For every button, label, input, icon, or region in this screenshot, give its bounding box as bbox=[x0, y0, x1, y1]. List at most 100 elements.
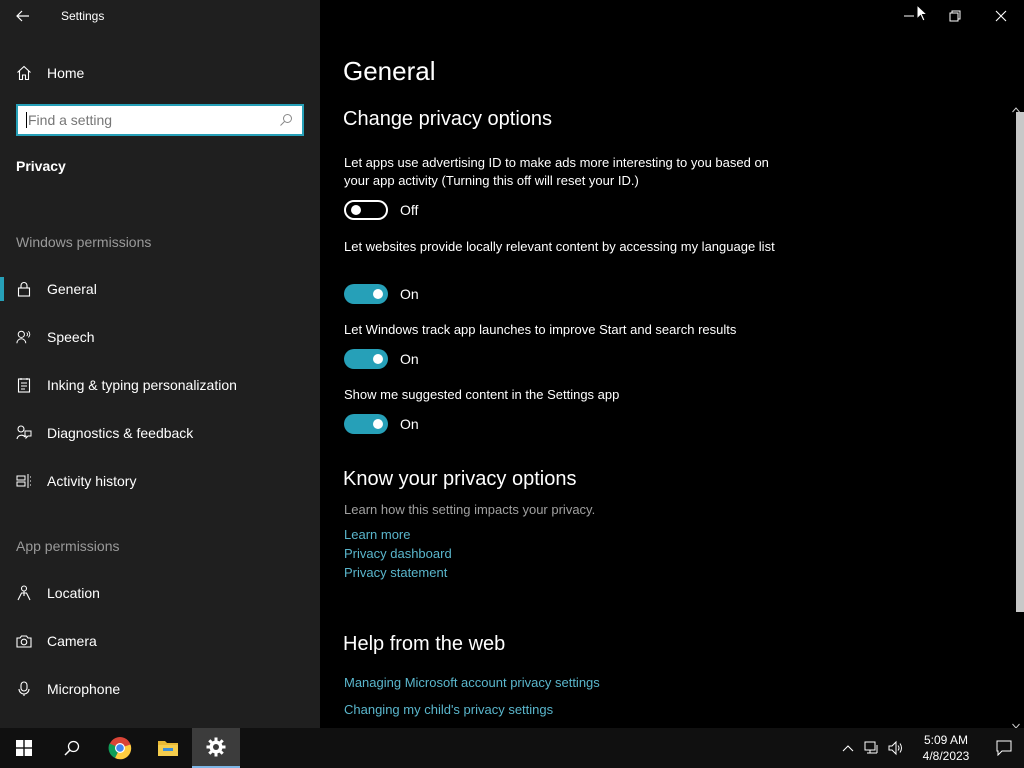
network-button[interactable] bbox=[860, 728, 884, 768]
network-icon bbox=[864, 740, 880, 756]
scroll-thumb[interactable] bbox=[1016, 112, 1024, 612]
section-title: Privacy bbox=[16, 158, 66, 174]
suggested-content-toggle-row[interactable]: On bbox=[344, 414, 419, 434]
scroll-up-icon[interactable] bbox=[1012, 100, 1020, 113]
toggle-knob bbox=[373, 354, 383, 364]
privacy-dashboard-link[interactable]: Privacy dashboard bbox=[344, 546, 452, 561]
advertising-id-toggle-row[interactable]: Off bbox=[344, 200, 418, 220]
vertical-scrollbar[interactable] bbox=[1008, 96, 1024, 729]
window-controls bbox=[886, 0, 1024, 32]
close-button[interactable] bbox=[978, 0, 1024, 32]
show-hidden-icons-button[interactable] bbox=[836, 728, 860, 768]
page-title: General bbox=[343, 56, 436, 86]
suggested-content-toggle[interactable] bbox=[344, 414, 388, 434]
sidebar-item-microphone[interactable]: Microphone bbox=[0, 669, 320, 709]
change-privacy-heading: Change privacy options bbox=[343, 108, 553, 130]
sidebar-item-location[interactable]: Location bbox=[0, 573, 320, 613]
close-icon bbox=[993, 8, 1009, 24]
toggle-state-label: On bbox=[400, 286, 419, 302]
clock-time: 5:09 AM bbox=[923, 733, 969, 747]
mouse-cursor-icon bbox=[916, 3, 929, 27]
child-privacy-link[interactable]: Changing my child's privacy settings bbox=[344, 702, 553, 717]
toggle-state-label: On bbox=[400, 351, 419, 367]
file-explorer-taskbar-button[interactable] bbox=[144, 728, 192, 768]
toggle-state-label: Off bbox=[400, 202, 419, 218]
advertising-id-toggle[interactable] bbox=[344, 200, 388, 220]
sidebar-item-label: Diagnostics & feedback bbox=[47, 425, 194, 441]
start-button[interactable] bbox=[0, 728, 48, 768]
sidebar-item-label: Inking & typing personalization bbox=[47, 377, 237, 393]
notification-icon bbox=[996, 740, 1012, 756]
restore-button[interactable] bbox=[932, 0, 978, 32]
know-privacy-heading: Know your privacy options bbox=[343, 468, 577, 490]
clock-date: 4/8/2023 bbox=[922, 749, 970, 763]
action-center-button[interactable] bbox=[984, 728, 1024, 768]
gear-icon bbox=[206, 737, 226, 757]
sidebar-item-inking[interactable]: Inking & typing personalization bbox=[0, 365, 320, 405]
toggle-knob bbox=[373, 289, 383, 299]
search-icon[interactable] bbox=[278, 112, 294, 128]
text-caret bbox=[26, 112, 27, 128]
sidebar-item-label: Location bbox=[47, 585, 100, 601]
option-description: Let apps use advertising ID to make ads … bbox=[344, 155, 769, 188]
main-content: General Change privacy options Let apps … bbox=[320, 0, 1024, 729]
option-description: Let websites provide locally relevant co… bbox=[344, 239, 775, 254]
sidebar-item-label: General bbox=[47, 281, 97, 297]
learn-more-link[interactable]: Learn more bbox=[344, 527, 410, 542]
feedback-icon bbox=[16, 425, 32, 441]
location-icon bbox=[16, 585, 32, 601]
inking-icon bbox=[16, 377, 32, 393]
toggle-knob bbox=[373, 419, 383, 429]
windows-logo-icon bbox=[16, 740, 32, 756]
app-title: Settings bbox=[61, 9, 105, 23]
sidebar-item-speech[interactable]: Speech bbox=[0, 317, 320, 357]
sidebar-item-camera[interactable]: Camera bbox=[0, 621, 320, 661]
back-arrow-icon bbox=[15, 8, 31, 24]
restore-icon bbox=[947, 8, 963, 24]
chrome-icon bbox=[108, 736, 132, 760]
home-label: Home bbox=[47, 65, 85, 81]
camera-icon bbox=[16, 633, 32, 649]
volume-button[interactable] bbox=[884, 728, 908, 768]
speech-icon bbox=[16, 329, 32, 345]
sidebar-item-diagnostics[interactable]: Diagnostics & feedback bbox=[0, 413, 320, 453]
search-box[interactable] bbox=[16, 104, 304, 136]
toggle-knob bbox=[351, 205, 361, 215]
app-permissions-label: App permissions bbox=[16, 538, 120, 554]
system-tray: 5:09 AM 4/8/2023 bbox=[836, 728, 1024, 768]
sidebar: Settings Home Privacy Windows permission… bbox=[0, 0, 320, 728]
know-privacy-description: Learn how this setting impacts your priv… bbox=[344, 502, 596, 517]
minimize-icon bbox=[901, 8, 917, 24]
option-description: Let Windows track app launches to improv… bbox=[344, 322, 737, 337]
chevron-up-icon bbox=[840, 740, 856, 756]
windows-permissions-label: Windows permissions bbox=[16, 234, 152, 250]
privacy-statement-link[interactable]: Privacy statement bbox=[344, 565, 447, 580]
search-icon bbox=[64, 740, 80, 756]
sidebar-item-label: Camera bbox=[47, 633, 97, 649]
sidebar-item-activity-history[interactable]: Activity history bbox=[0, 461, 320, 501]
lock-icon bbox=[16, 281, 32, 297]
taskbar: 5:09 AM 4/8/2023 bbox=[0, 728, 1024, 768]
app-launches-toggle-row[interactable]: On bbox=[344, 349, 419, 369]
active-indicator bbox=[0, 277, 4, 301]
speaker-icon bbox=[888, 740, 904, 756]
microphone-icon bbox=[16, 681, 32, 697]
language-list-toggle-row[interactable]: On bbox=[344, 284, 419, 304]
help-from-web-heading: Help from the web bbox=[343, 633, 506, 655]
app-launches-toggle[interactable] bbox=[344, 349, 388, 369]
settings-taskbar-button[interactable] bbox=[192, 728, 240, 768]
sidebar-item-label: Activity history bbox=[47, 473, 137, 489]
search-input[interactable] bbox=[28, 112, 278, 128]
home-nav-item[interactable]: Home bbox=[0, 56, 320, 90]
search-taskbar-button[interactable] bbox=[48, 728, 96, 768]
sidebar-item-general[interactable]: General bbox=[0, 269, 320, 309]
home-icon bbox=[16, 65, 32, 81]
scroll-down-icon[interactable] bbox=[1012, 716, 1020, 729]
clock[interactable]: 5:09 AM 4/8/2023 bbox=[908, 732, 984, 764]
back-button[interactable] bbox=[0, 0, 46, 32]
language-list-toggle[interactable] bbox=[344, 284, 388, 304]
chrome-taskbar-button[interactable] bbox=[96, 728, 144, 768]
managing-account-privacy-link[interactable]: Managing Microsoft account privacy setti… bbox=[344, 675, 600, 690]
sidebar-item-label: Speech bbox=[47, 329, 95, 345]
timeline-icon bbox=[16, 473, 32, 489]
